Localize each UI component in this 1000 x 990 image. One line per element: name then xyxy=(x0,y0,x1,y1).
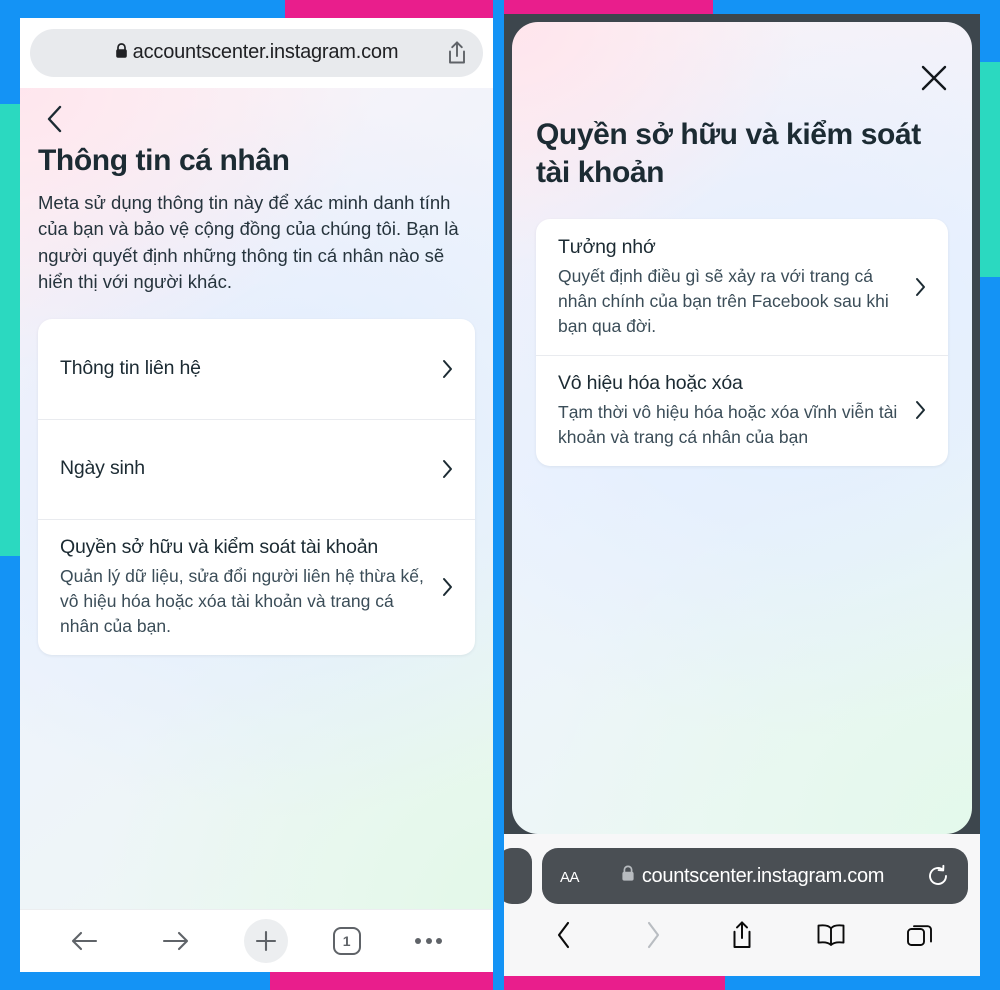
list-item-text: Thông tin liên hệ xyxy=(60,356,437,381)
list-item-deactivate-or-delete[interactable]: Vô hiệu hóa hoặc xóa Tạm thời vô hiệu hó… xyxy=(536,354,948,466)
left-phone-screen: accountscenter.instagram.com Thông tin c… xyxy=(20,18,493,972)
tab-count-label: 1 xyxy=(342,933,351,949)
arrow-right-icon[interactable] xyxy=(152,917,200,965)
chevron-right-icon xyxy=(437,577,457,597)
page-title: Thông tin cá nhân xyxy=(38,144,290,177)
address-bar[interactable]: accountscenter.instagram.com xyxy=(30,29,483,77)
decor-divider-middle-blue xyxy=(493,0,504,990)
plus-icon[interactable] xyxy=(244,919,289,963)
chevron-right-icon xyxy=(437,359,457,379)
decor-border-right-teal xyxy=(980,62,1000,277)
lock-icon xyxy=(621,865,635,887)
address-bar-text: accountscenter.instagram.com xyxy=(115,41,399,65)
screenshot-root: accountscenter.instagram.com Thông tin c… xyxy=(0,0,1000,990)
list-item-account-ownership[interactable]: Quyền sở hữu và kiểm soát tài khoản Quản… xyxy=(38,519,475,655)
chevron-right-icon xyxy=(630,912,676,958)
safari-toolbar xyxy=(504,904,980,966)
more-dots xyxy=(415,938,443,944)
safari-webview-frame: Quyền sở hữu và kiểm soát tài khoản Tưởn… xyxy=(504,14,980,834)
page-description: Meta sử dụng thông tin này để xác minh d… xyxy=(38,192,459,292)
list-item-subtitle: Tạm thời vô hiệu hóa hoặc xóa vĩnh viễn … xyxy=(558,402,898,447)
list-item-memorialization[interactable]: Tưởng nhớ Quyết định điều gì sẽ xảy ra v… xyxy=(536,219,948,355)
decor-border-left-teal xyxy=(0,104,20,556)
share-icon[interactable] xyxy=(445,40,469,66)
address-bar[interactable]: AA countscenter.instagram.com xyxy=(542,848,968,904)
share-icon[interactable] xyxy=(719,912,765,958)
list-item-title: Ngày sinh xyxy=(60,457,145,480)
address-bar-text: countscenter.instagram.com xyxy=(593,865,912,888)
decor-border-right-blue-top xyxy=(980,0,1000,62)
chevron-right-icon xyxy=(437,459,457,479)
page-settings-label: AA xyxy=(560,869,580,886)
chevron-left-icon[interactable] xyxy=(541,912,587,958)
chevron-right-icon xyxy=(910,277,930,297)
list-item-subtitle: Quyết định điều gì sẽ xảy ra với trang c… xyxy=(558,266,889,336)
list-item-contact-info[interactable]: Thông tin liên hệ xyxy=(38,319,475,419)
tab-count-button[interactable]: 1 xyxy=(332,927,361,955)
chrome-address-bar-container: accountscenter.instagram.com xyxy=(20,18,493,88)
list-item-title: Quyền sở hữu và kiểm soát tài khoản xyxy=(60,536,379,559)
settings-card: Tưởng nhớ Quyết định điều gì sẽ xảy ra v… xyxy=(536,218,948,466)
safari-tab-strip: AA countscenter.instagram.com xyxy=(504,848,980,904)
right-page-content: Quyền sở hữu và kiểm soát tài khoản Tưởn… xyxy=(512,22,972,834)
safari-bottom-bar: AA countscenter.instagram.com xyxy=(504,834,980,976)
adjacent-tab-peek[interactable] xyxy=(504,848,532,904)
settings-card: Thông tin liên hệ Ngày sinh Quyền sở hữu… xyxy=(38,319,475,655)
address-bar-url: countscenter.instagram.com xyxy=(641,864,885,887)
right-phone-screen: Quyền sở hữu và kiểm soát tài khoản Tưởn… xyxy=(504,14,980,976)
list-item-text: Quyền sở hữu và kiểm soát tài khoản Quản… xyxy=(60,535,437,639)
page-settings-button[interactable]: AA xyxy=(560,864,580,888)
chevron-left-icon[interactable] xyxy=(38,102,72,136)
decor-border-right-blue-bottom xyxy=(980,277,1000,990)
address-bar-url: accountscenter.instagram.com xyxy=(132,41,399,63)
list-item-title: Tưởng nhớ xyxy=(558,235,656,258)
list-item-text: Vô hiệu hóa hoặc xóa Tạm thời vô hiệu hó… xyxy=(558,371,910,450)
list-item-subtitle: Quản lý dữ liệu, sửa đổi người liên hệ t… xyxy=(60,566,424,637)
book-icon[interactable] xyxy=(808,912,854,958)
list-item-text: Tưởng nhớ Quyết định điều gì sẽ xảy ra v… xyxy=(558,235,910,339)
close-x-icon[interactable] xyxy=(914,58,954,98)
arrow-left-icon[interactable] xyxy=(60,917,108,965)
page-title: Quyền sở hữu và kiểm soát tài khoản xyxy=(536,118,921,190)
decor-border-left-blue-top xyxy=(0,0,20,104)
chrome-bottom-toolbar: 1 xyxy=(20,909,493,972)
chevron-right-icon xyxy=(910,400,930,420)
lock-icon xyxy=(115,42,128,65)
list-item-birthday[interactable]: Ngày sinh xyxy=(38,419,475,519)
reload-icon[interactable] xyxy=(926,864,950,888)
list-item-text: Ngày sinh xyxy=(60,456,437,481)
more-horizontal-icon[interactable] xyxy=(405,917,453,965)
decor-border-top-left-blue xyxy=(0,0,285,20)
list-item-title: Thông tin liên hệ xyxy=(60,357,201,380)
decor-border-left-blue-bottom xyxy=(0,556,20,990)
tabs-icon[interactable] xyxy=(897,912,943,958)
left-page-content: Thông tin cá nhân Meta sử dụng thông tin… xyxy=(20,88,493,909)
list-item-title: Vô hiệu hóa hoặc xóa xyxy=(558,371,743,394)
